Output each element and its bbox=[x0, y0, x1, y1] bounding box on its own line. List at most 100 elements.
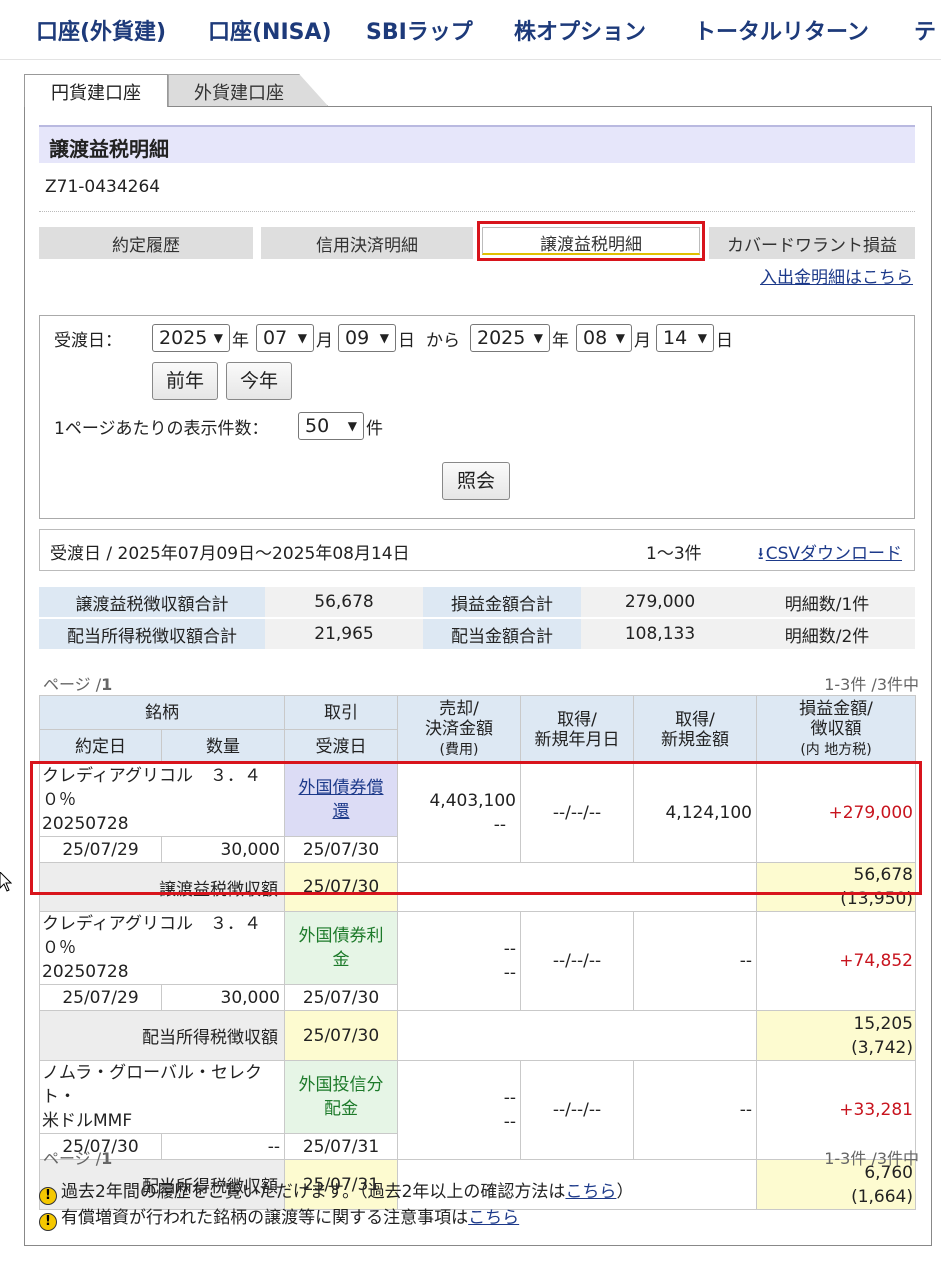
this-year-button[interactable]: 今年 bbox=[226, 362, 292, 400]
summary-label: 配当金額合計 bbox=[423, 619, 581, 649]
tax-date: 25/07/30 bbox=[284, 862, 398, 912]
header-acq-date-line2: 新規年月日 bbox=[534, 729, 620, 750]
from-word: から bbox=[426, 331, 460, 351]
tax-amount: 15,205 (3,742) bbox=[756, 1010, 916, 1061]
quantity: -- bbox=[161, 1133, 285, 1160]
tax-label: 譲渡益税徴収額 bbox=[39, 862, 285, 912]
summary-row: 譲渡益税徴収額合計 56,678 損益金額合計 279,000 明細数/1件 bbox=[39, 587, 915, 617]
table-row: クレディアグリコル ３．４０％ 20250728 外国債券償還 4,403,100… bbox=[39, 763, 916, 863]
per-page-select[interactable]: 50 ▼ bbox=[298, 412, 364, 440]
header-quantity: 数量 bbox=[161, 729, 285, 764]
nav-truncated-item[interactable]: テ bbox=[914, 14, 936, 46]
top-navigation: 口座(外貨建) 口座(NISA) SBIラップ 株オプション トータルリターン … bbox=[0, 0, 941, 60]
deal-type-line2: 配金 bbox=[324, 1099, 358, 1119]
previous-year-button[interactable]: 前年 bbox=[152, 362, 218, 400]
note-history-end: ） bbox=[616, 1182, 634, 1202]
tax-amount-value: 15,205 bbox=[853, 1013, 913, 1034]
subtab-trade-history[interactable]: 約定履歴 bbox=[39, 227, 253, 259]
deal-type: 外国投信分 配金 bbox=[284, 1060, 398, 1134]
chevron-down-icon: ▼ bbox=[533, 331, 543, 345]
acquisition-date: --/--/-- bbox=[520, 911, 634, 1011]
header-issue: 銘柄 bbox=[39, 695, 285, 730]
deal-type-link[interactable]: 外国債券償還 bbox=[284, 763, 398, 837]
to-year-value: 2025 bbox=[477, 327, 526, 349]
page-title: 譲渡益税明細 bbox=[39, 125, 915, 163]
deposit-history-link[interactable]: 入出金明細はこちら bbox=[760, 263, 913, 288]
summary-count: 明細数/1件 bbox=[739, 587, 915, 617]
result-count: 1〜3件 bbox=[646, 544, 702, 564]
note-rights-issue-link[interactable]: こちら bbox=[468, 1208, 519, 1228]
issue-name: クレディアグリコル ３．４０％ 20250728 bbox=[39, 911, 285, 985]
summary-label: 譲渡益税徴収額合計 bbox=[39, 587, 265, 617]
from-month-select[interactable]: 07 ▼ bbox=[256, 324, 314, 352]
nav-total-return[interactable]: トータルリターン bbox=[694, 14, 869, 46]
to-month-value: 08 bbox=[583, 327, 608, 349]
notes: ! 過去2年間の履歴をご覧いただけます。（過去2年以上の確認方法はこちら） ! 有償… bbox=[39, 1177, 634, 1231]
account-number: Z71-0434264 bbox=[45, 177, 161, 197]
subtab-covered-warrant[interactable]: カバードワラント損益 bbox=[709, 227, 915, 259]
nav-stock-options[interactable]: 株オプション bbox=[514, 14, 646, 46]
note-rights-issue-text: 有償増資が行われた銘柄の譲渡等に関する注意事項は bbox=[61, 1208, 469, 1228]
year-unit: 年 bbox=[232, 331, 249, 351]
tax-local-value: (3,742) bbox=[851, 1037, 913, 1058]
from-year-select[interactable]: 2025 ▼ bbox=[152, 324, 230, 352]
profit-loss: +279,000 bbox=[756, 763, 916, 863]
issue-name: クレディアグリコル ３．４０％ 20250728 bbox=[39, 763, 285, 837]
summary-count: 明細数/2件 bbox=[739, 619, 915, 649]
trade-date: 25/07/29 bbox=[39, 984, 162, 1011]
page-count-top: 1-3件 /3件中 bbox=[824, 675, 919, 694]
warning-icon: ! bbox=[39, 1213, 57, 1231]
header-pl-line3: (内 地方税) bbox=[800, 742, 872, 758]
sale-amount: -- -- bbox=[397, 911, 521, 1011]
issue-name-line2: 20250728 bbox=[42, 962, 129, 982]
tab-foreign-account[interactable]: 外貨建口座 bbox=[168, 74, 328, 106]
summary-value: 279,000 bbox=[581, 587, 739, 617]
chevron-down-icon: ▼ bbox=[297, 331, 307, 345]
csv-download-link[interactable]: ⭳ CSVダウンロード bbox=[758, 539, 902, 570]
summary-value: 56,678 bbox=[265, 587, 423, 617]
note-history-link[interactable]: こちら bbox=[565, 1182, 616, 1202]
chevron-down-icon: ▼ bbox=[697, 331, 707, 345]
nav-nisa-account[interactable]: 口座(NISA) bbox=[208, 14, 332, 46]
nav-sbi-wrap[interactable]: SBIラップ bbox=[366, 14, 473, 46]
subtab-margin-settlement[interactable]: 信用決済明細 bbox=[261, 227, 473, 259]
tab-foreign-account-label: 外貨建口座 bbox=[194, 83, 284, 104]
tax-amount-value: 56,678 bbox=[853, 865, 913, 885]
quantity: 30,000 bbox=[161, 836, 285, 863]
sale-amount-value: 4,403,100 bbox=[429, 791, 516, 811]
search-button[interactable]: 照会 bbox=[442, 462, 510, 500]
sale-amount: 4,403,100 -- bbox=[397, 763, 521, 863]
deal-type-line1: 外国債券償 bbox=[298, 778, 384, 798]
tax-row: 配当所得税徴収額 25/07/30 15,205 (3,742) bbox=[39, 1010, 916, 1061]
sale-amount-value: -- bbox=[503, 939, 516, 959]
page-label: ページ / bbox=[43, 1149, 102, 1168]
day-unit: 日 bbox=[716, 331, 733, 351]
search-form: 受渡日： 2025 ▼ 年 07 ▼ 月 09 ▼ 日 から 2025 ▼ 年 08 ▼ … bbox=[39, 315, 915, 519]
from-day-select[interactable]: 09 ▼ bbox=[338, 324, 396, 352]
header-delivery-date: 受渡日 bbox=[284, 729, 398, 764]
acquisition-date: --/--/-- bbox=[520, 1060, 634, 1160]
note-rights-issue: ! 有償増資が行われた銘柄の譲渡等に関する注意事項はこちら bbox=[39, 1203, 633, 1231]
header-acquisition-amount: 取得/新規金額 bbox=[633, 695, 757, 764]
deal-type-line2: 還 bbox=[332, 802, 350, 822]
chevron-down-icon: ▼ bbox=[347, 419, 357, 433]
account-panel: 円貨建口座 外貨建口座 譲渡益税明細 Z71-0434264 約定履歴 信用決済… bbox=[24, 74, 932, 1246]
to-year-select[interactable]: 2025 ▼ bbox=[470, 324, 550, 352]
tab-yen-account[interactable]: 円貨建口座 bbox=[24, 74, 168, 107]
summary-label: 損益金額合計 bbox=[423, 587, 581, 617]
chevron-down-icon: ▼ bbox=[615, 331, 625, 345]
to-day-select[interactable]: 14 ▼ bbox=[656, 324, 714, 352]
from-month-value: 07 bbox=[263, 327, 288, 349]
to-month-select[interactable]: 08 ▼ bbox=[576, 324, 632, 352]
sale-cost-value: -- bbox=[503, 1112, 516, 1132]
day-unit: 日 bbox=[398, 331, 415, 351]
subtab-capital-gains-tax-label: 譲渡益税明細 bbox=[482, 227, 700, 255]
issue-name-line1: クレディアグリコル ３．４０％ bbox=[42, 766, 261, 810]
tax-row: 譲渡益税徴収額 25/07/30 56,678 (13,950) bbox=[39, 862, 916, 912]
tax-amount: 56,678 (13,950) bbox=[756, 862, 916, 912]
subtab-capital-gains-tax[interactable]: 譲渡益税明細 bbox=[477, 221, 705, 261]
nav-foreign-account[interactable]: 口座(外貨建) bbox=[36, 14, 166, 46]
quantity: 30,000 bbox=[161, 984, 285, 1011]
profit-loss: +74,852 bbox=[756, 911, 916, 1011]
issue-name-line2: 20250728 bbox=[42, 814, 129, 834]
